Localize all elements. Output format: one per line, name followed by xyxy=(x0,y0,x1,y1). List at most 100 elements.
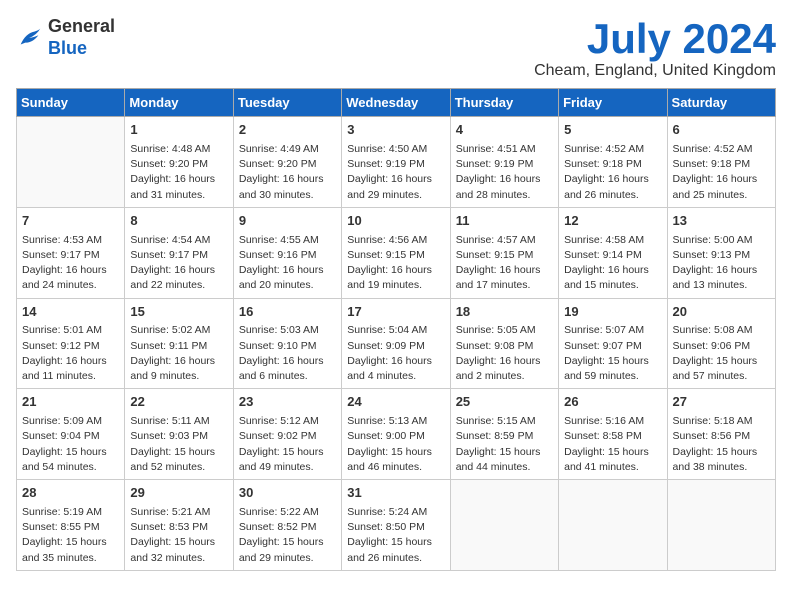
day-info: Sunrise: 4:56 AMSunset: 9:15 PMDaylight:… xyxy=(347,233,444,294)
day-info: Sunrise: 5:21 AMSunset: 8:53 PMDaylight:… xyxy=(130,505,227,566)
calendar-day-cell: 24 Sunrise: 5:13 AMSunset: 9:00 PMDayligh… xyxy=(342,389,450,480)
calendar-day-cell: 9Sunrise: 4:55 AMSunset: 9:16 PMDaylight… xyxy=(233,207,341,298)
calendar-header-cell: Friday xyxy=(559,89,667,117)
calendar-header-cell: Saturday xyxy=(667,89,775,117)
calendar-day-cell: 30 Sunrise: 5:22 AMSunset: 8:52 PMDayligh… xyxy=(233,480,341,571)
calendar-day-cell: 29 Sunrise: 5:21 AMSunset: 8:53 PMDayligh… xyxy=(125,480,233,571)
day-number: 26 xyxy=(564,393,661,412)
day-info: Sunrise: 5:01 AMSunset: 9:12 PMDaylight:… xyxy=(22,323,119,384)
day-number: 14 xyxy=(22,303,119,322)
day-number: 7 xyxy=(22,212,119,231)
day-number: 15 xyxy=(130,303,227,322)
calendar-day-cell: 3 Sunrise: 4:50 AMSunset: 9:19 PMDaylight… xyxy=(342,117,450,208)
day-number: 2 xyxy=(239,121,336,140)
day-number: 27 xyxy=(673,393,770,412)
calendar-header-cell: Sunday xyxy=(17,89,125,117)
day-number: 16 xyxy=(239,303,336,322)
calendar-day-cell: 13 Sunrise: 5:00 AMSunset: 9:13 PMDayligh… xyxy=(667,207,775,298)
day-info: Sunrise: 4:54 AMSunset: 9:17 PMDaylight:… xyxy=(130,233,227,294)
calendar-day-cell: 19Sunrise: 5:07 AMSunset: 9:07 PMDayligh… xyxy=(559,298,667,389)
day-info: Sunrise: 5:03 AMSunset: 9:10 PMDaylight:… xyxy=(239,323,336,384)
day-info: Sunrise: 5:08 AMSunset: 9:06 PMDaylight:… xyxy=(673,323,770,384)
calendar-body: 1 Sunrise: 4:48 AMSunset: 9:20 PMDaylight… xyxy=(17,117,776,571)
calendar-day-cell xyxy=(17,117,125,208)
calendar-day-cell: 17Sunrise: 5:04 AMSunset: 9:09 PMDayligh… xyxy=(342,298,450,389)
day-number: 25 xyxy=(456,393,553,412)
page-title: July 2024 xyxy=(534,16,776,62)
calendar-day-cell xyxy=(450,480,558,571)
calendar-day-cell xyxy=(667,480,775,571)
day-number: 17 xyxy=(347,303,444,322)
calendar-day-cell: 31Sunrise: 5:24 AMSunset: 8:50 PMDayligh… xyxy=(342,480,450,571)
calendar-week-row: 28Sunrise: 5:19 AMSunset: 8:55 PMDayligh… xyxy=(17,480,776,571)
day-number: 19 xyxy=(564,303,661,322)
day-number: 3 xyxy=(347,121,444,140)
day-number: 13 xyxy=(673,212,770,231)
calendar-day-cell: 23Sunrise: 5:12 AMSunset: 9:02 PMDayligh… xyxy=(233,389,341,480)
logo: General Blue xyxy=(16,16,115,59)
day-info: Sunrise: 5:13 AMSunset: 9:00 PMDaylight:… xyxy=(347,414,444,475)
calendar-week-row: 7 Sunrise: 4:53 AMSunset: 9:17 PMDaylight… xyxy=(17,207,776,298)
calendar-day-cell: 11 Sunrise: 4:57 AMSunset: 9:15 PMDayligh… xyxy=(450,207,558,298)
calendar-week-row: 1 Sunrise: 4:48 AMSunset: 9:20 PMDaylight… xyxy=(17,117,776,208)
calendar-header-cell: Wednesday xyxy=(342,89,450,117)
day-number: 18 xyxy=(456,303,553,322)
logo-bird-icon xyxy=(16,24,44,52)
calendar-header-cell: Tuesday xyxy=(233,89,341,117)
calendar-day-cell: 14Sunrise: 5:01 AMSunset: 9:12 PMDayligh… xyxy=(17,298,125,389)
calendar-day-cell: 5Sunrise: 4:52 AMSunset: 9:18 PMDaylight… xyxy=(559,117,667,208)
day-info: Sunrise: 5:12 AMSunset: 9:02 PMDaylight:… xyxy=(239,414,336,475)
calendar-day-cell: 1 Sunrise: 4:48 AMSunset: 9:20 PMDaylight… xyxy=(125,117,233,208)
calendar-day-cell: 8 Sunrise: 4:54 AMSunset: 9:17 PMDaylight… xyxy=(125,207,233,298)
day-info: Sunrise: 5:24 AMSunset: 8:50 PMDaylight:… xyxy=(347,505,444,566)
calendar-day-cell: 10 Sunrise: 4:56 AMSunset: 9:15 PMDayligh… xyxy=(342,207,450,298)
day-info: Sunrise: 4:51 AMSunset: 9:19 PMDaylight:… xyxy=(456,142,553,203)
day-info: Sunrise: 5:22 AMSunset: 8:52 PMDaylight:… xyxy=(239,505,336,566)
day-info: Sunrise: 4:50 AMSunset: 9:19 PMDaylight:… xyxy=(347,142,444,203)
day-number: 22 xyxy=(130,393,227,412)
day-info: Sunrise: 5:18 AMSunset: 8:56 PMDaylight:… xyxy=(673,414,770,475)
day-number: 1 xyxy=(130,121,227,140)
day-info: Sunrise: 5:04 AMSunset: 9:09 PMDaylight:… xyxy=(347,323,444,384)
calendar-day-cell: 25 Sunrise: 5:15 AMSunset: 8:59 PMDayligh… xyxy=(450,389,558,480)
day-info: Sunrise: 5:00 AMSunset: 9:13 PMDaylight:… xyxy=(673,233,770,294)
calendar-day-cell: 12 Sunrise: 4:58 AMSunset: 9:14 PMDayligh… xyxy=(559,207,667,298)
day-number: 9 xyxy=(239,212,336,231)
calendar-day-cell: 18Sunrise: 5:05 AMSunset: 9:08 PMDayligh… xyxy=(450,298,558,389)
calendar-day-cell xyxy=(559,480,667,571)
day-info: Sunrise: 5:09 AMSunset: 9:04 PMDaylight:… xyxy=(22,414,119,475)
calendar-week-row: 14Sunrise: 5:01 AMSunset: 9:12 PMDayligh… xyxy=(17,298,776,389)
page-location: Cheam, England, United Kingdom xyxy=(534,62,776,80)
day-info: Sunrise: 4:48 AMSunset: 9:20 PMDaylight:… xyxy=(130,142,227,203)
calendar-day-cell: 22 Sunrise: 5:11 AMSunset: 9:03 PMDayligh… xyxy=(125,389,233,480)
day-info: Sunrise: 4:52 AMSunset: 9:18 PMDaylight:… xyxy=(673,142,770,203)
day-info: Sunrise: 5:11 AMSunset: 9:03 PMDaylight:… xyxy=(130,414,227,475)
calendar-day-cell: 28Sunrise: 5:19 AMSunset: 8:55 PMDayligh… xyxy=(17,480,125,571)
day-info: Sunrise: 5:15 AMSunset: 8:59 PMDaylight:… xyxy=(456,414,553,475)
calendar-day-cell: 15Sunrise: 5:02 AMSunset: 9:11 PMDayligh… xyxy=(125,298,233,389)
day-info: Sunrise: 4:53 AMSunset: 9:17 PMDaylight:… xyxy=(22,233,119,294)
day-number: 29 xyxy=(130,484,227,503)
calendar-day-cell: 20Sunrise: 5:08 AMSunset: 9:06 PMDayligh… xyxy=(667,298,775,389)
day-number: 4 xyxy=(456,121,553,140)
day-info: Sunrise: 5:16 AMSunset: 8:58 PMDaylight:… xyxy=(564,414,661,475)
day-number: 8 xyxy=(130,212,227,231)
day-number: 24 xyxy=(347,393,444,412)
title-block: July 2024 Cheam, England, United Kingdom xyxy=(534,16,776,80)
day-info: Sunrise: 5:07 AMSunset: 9:07 PMDaylight:… xyxy=(564,323,661,384)
day-info: Sunrise: 5:05 AMSunset: 9:08 PMDaylight:… xyxy=(456,323,553,384)
day-info: Sunrise: 5:19 AMSunset: 8:55 PMDaylight:… xyxy=(22,505,119,566)
calendar-day-cell: 16Sunrise: 5:03 AMSunset: 9:10 PMDayligh… xyxy=(233,298,341,389)
calendar-header-row: SundayMondayTuesdayWednesdayThursdayFrid… xyxy=(17,89,776,117)
day-number: 10 xyxy=(347,212,444,231)
calendar-day-cell: 6Sunrise: 4:52 AMSunset: 9:18 PMDaylight… xyxy=(667,117,775,208)
calendar-day-cell: 21Sunrise: 5:09 AMSunset: 9:04 PMDayligh… xyxy=(17,389,125,480)
day-number: 12 xyxy=(564,212,661,231)
day-info: Sunrise: 4:58 AMSunset: 9:14 PMDaylight:… xyxy=(564,233,661,294)
day-number: 5 xyxy=(564,121,661,140)
day-number: 30 xyxy=(239,484,336,503)
day-info: Sunrise: 4:57 AMSunset: 9:15 PMDaylight:… xyxy=(456,233,553,294)
calendar-day-cell: 2Sunrise: 4:49 AMSunset: 9:20 PMDaylight… xyxy=(233,117,341,208)
calendar-table: SundayMondayTuesdayWednesdayThursdayFrid… xyxy=(16,88,776,571)
day-number: 11 xyxy=(456,212,553,231)
